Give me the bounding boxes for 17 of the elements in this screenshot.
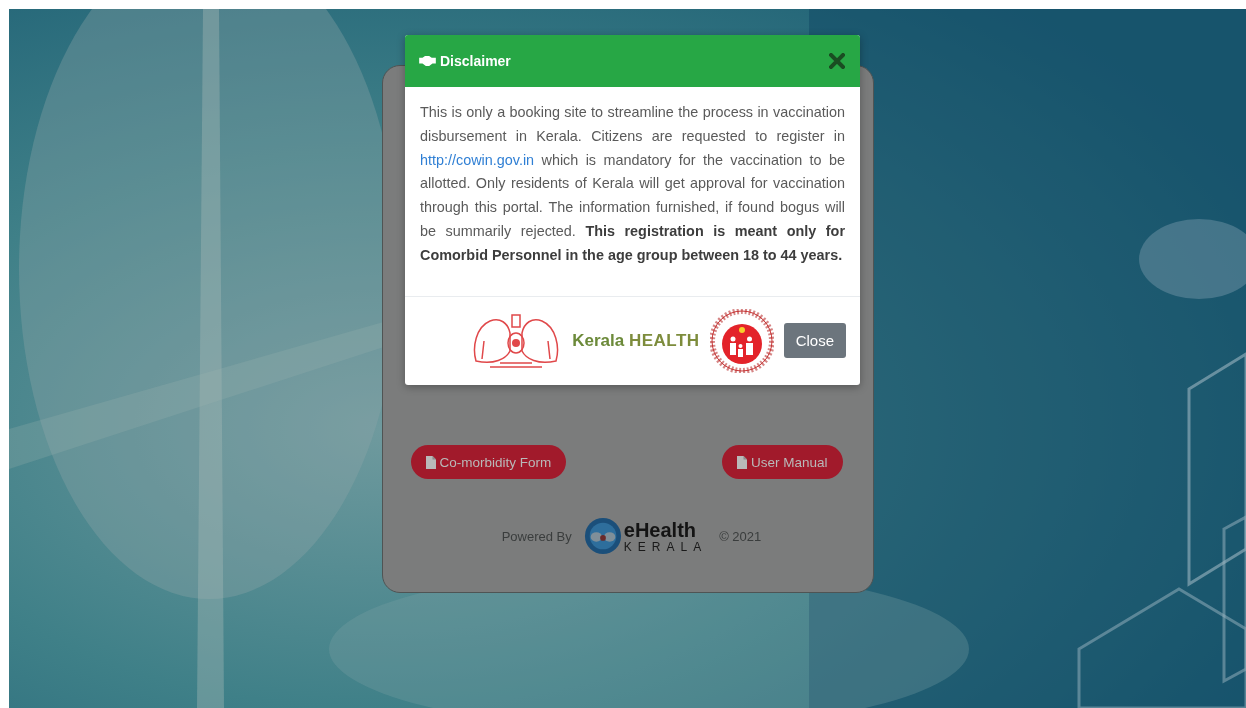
powered-by-label: Powered By (501, 528, 572, 544)
ehealth-logo-subtitle: KERALA (623, 540, 708, 553)
document-button[interactable]: Co-morbidity Form (410, 445, 567, 479)
dialog-title: Disclaimer (440, 53, 511, 69)
cowin-link[interactable]: http://cowin.gov.in (420, 151, 535, 168)
ehealth-logo-icon (583, 517, 622, 555)
close-icon[interactable] (829, 53, 845, 69)
handshake-icon (419, 56, 436, 66)
document-icon (736, 455, 747, 469)
kerala-health-logo-text: Kerala HEALTH (572, 330, 700, 351)
ehealth-logo-text: eHealth (623, 519, 698, 540)
close-button[interactable]: Close (783, 323, 846, 359)
document-icon (425, 455, 436, 469)
copyright-text: © 2021 (719, 528, 762, 544)
health-mission-logo-icon (709, 308, 774, 373)
disclaimer-text: This is only a booking site to streamline the process in vaccination disbursement in Kerala. Citizens are requested to register in http://cowin.gov.in which is mandatory for the vaccination to be allotted. Only residents of Kerala will get approval for vaccination through this portal. The information furnished, if found bogus will be summarily rejected. This registration is meant only for Comorbid Personnel in the age group between 18 to 44 years. (420, 103, 845, 265)
document-button[interactable]: User Manual (721, 445, 843, 479)
